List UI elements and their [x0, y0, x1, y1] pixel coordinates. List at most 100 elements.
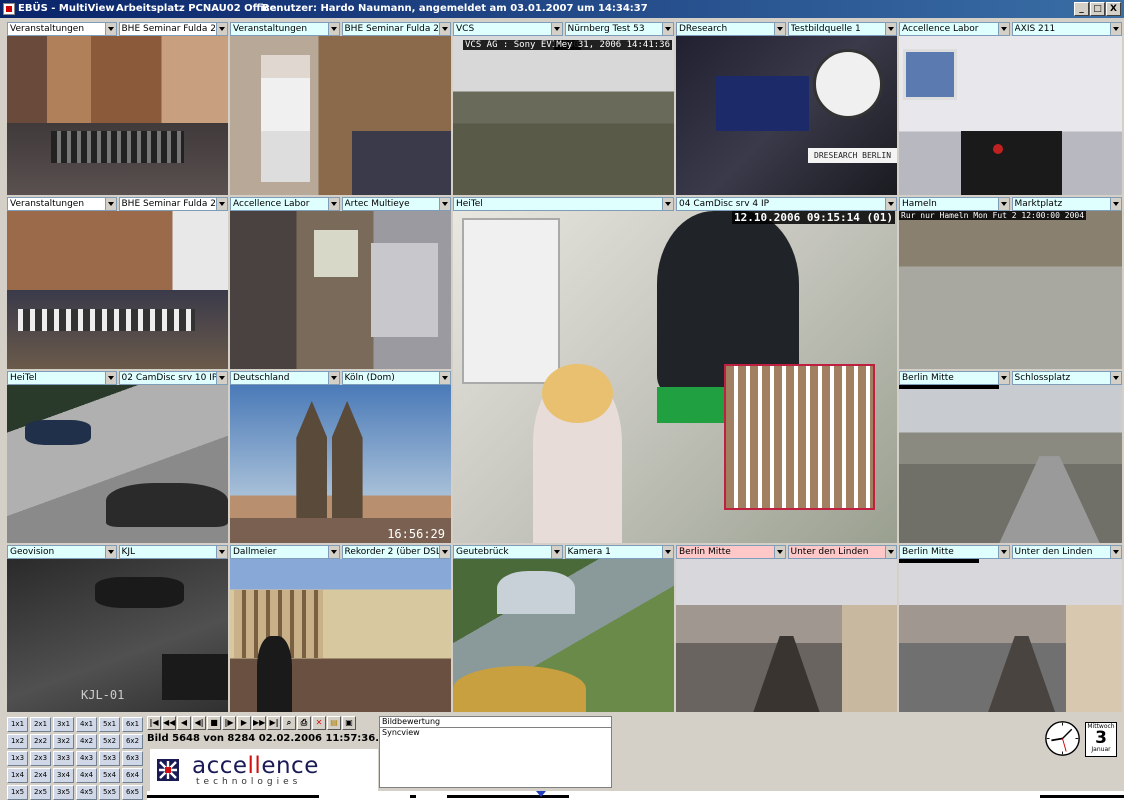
group-select[interactable]: Veranstaltungen: [230, 22, 340, 36]
video-cell[interactable]: VeranstaltungenBHE Seminar Fulda 2.2.200: [7, 22, 228, 195]
layout-button-6x3[interactable]: 6x3: [122, 751, 143, 766]
layout-button-3x3[interactable]: 3x3: [53, 751, 74, 766]
video-cell[interactable]: DResearch Testbildquelle 1 DRESEARCH BERL…: [676, 22, 897, 195]
video-cell-selected[interactable]: VeranstaltungenBHE Seminar Fulda 2.2.200: [230, 22, 451, 195]
group-select[interactable]: HeiTel: [7, 371, 117, 385]
layout-button-2x3[interactable]: 2x3: [30, 751, 51, 766]
group-select[interactable]: Dallmeier: [230, 545, 340, 559]
camera-select[interactable]: Unter den Linden: [1011, 545, 1122, 559]
group-select[interactable]: Accellence Labor: [899, 22, 1010, 36]
layout-button-4x3[interactable]: 4x3: [76, 751, 97, 766]
camera-select[interactable]: Artec Multieye: [341, 197, 451, 211]
first-frame-button[interactable]: |◀: [147, 716, 161, 730]
group-select[interactable]: Hameln: [899, 197, 1010, 211]
video-cell[interactable]: Dallmeier Rekorder 2 (über DSL): [230, 545, 451, 712]
camera-select[interactable]: BHE Seminar Fulda 2.2.200: [341, 22, 451, 36]
fast-rewind-button[interactable]: ◀◀: [162, 716, 176, 730]
layout-button-3x5[interactable]: 3x5: [53, 785, 74, 800]
video-cell[interactable]: Deutschland Köln (Dom) 16:56:29: [230, 371, 451, 543]
layout-button-3x2[interactable]: 3x2: [53, 734, 74, 749]
group-select[interactable]: Veranstaltungen: [7, 197, 117, 211]
rewind-button[interactable]: ◀: [177, 716, 191, 730]
group-select[interactable]: DResearch: [676, 22, 786, 36]
last-frame-button[interactable]: ▶|: [267, 716, 281, 730]
video-cell[interactable]: Berlin Mitte Unter den Linden: [676, 545, 897, 712]
group-select[interactable]: Veranstaltungen: [7, 22, 117, 36]
delete-icon[interactable]: ✕: [312, 716, 326, 730]
layout-button-5x2[interactable]: 5x2: [99, 734, 120, 749]
video-cell[interactable]: VeranstaltungenBHE Seminar Fulda 2.2.200: [7, 197, 228, 369]
camera-select[interactable]: Kamera 1: [564, 545, 674, 559]
print-icon[interactable]: ⎙: [297, 716, 311, 730]
layout-button-2x4[interactable]: 2x4: [30, 768, 51, 783]
camera-select[interactable]: Nürnberg Test 53: [564, 22, 674, 36]
video-cell[interactable]: Geovision KJL KJL-01: [7, 545, 228, 712]
group-select[interactable]: Berlin Mitte: [899, 545, 1010, 559]
video-cell[interactable]: Accellence Labor AXIS 211: [899, 22, 1122, 195]
camera-select[interactable]: AXIS 211: [1011, 22, 1122, 36]
fast-forward-button[interactable]: ▶▶: [252, 716, 266, 730]
layout-button-3x4[interactable]: 3x4: [53, 768, 74, 783]
layout-button-1x5[interactable]: 1x5: [7, 785, 28, 800]
group-select[interactable]: Berlin Mitte: [899, 371, 1010, 385]
video-cell[interactable]: HeiTel 02 CamDisc srv 10 IP: [7, 371, 228, 543]
timeline-bar[interactable]: [147, 791, 1124, 800]
layout-button-4x5[interactable]: 4x5: [76, 785, 97, 800]
layout-button-1x1[interactable]: 1x1: [7, 717, 28, 732]
camera-select[interactable]: Köln (Dom): [341, 371, 451, 385]
video-cell[interactable]: Geutebrück Kamera 1: [453, 545, 674, 712]
layout-button-1x4[interactable]: 1x4: [7, 768, 28, 783]
maximize-button[interactable]: □: [1090, 2, 1105, 16]
camera-select[interactable]: BHE Seminar Fulda 2.2.200: [118, 22, 228, 36]
video-cell[interactable]: Accellence Labor Artec Multieye: [230, 197, 451, 369]
open-folder-icon[interactable]: ▤: [327, 716, 341, 730]
layout-button-1x2[interactable]: 1x2: [7, 734, 28, 749]
camera-select[interactable]: BHE Seminar Fulda 2.2.200: [118, 197, 228, 211]
layout-button-2x5[interactable]: 2x5: [30, 785, 51, 800]
layout-button-6x4[interactable]: 6x4: [122, 768, 143, 783]
camera-select[interactable]: 04 CamDisc srv 4 IP: [676, 197, 897, 211]
layout-button-6x5[interactable]: 6x5: [122, 785, 143, 800]
camera-select[interactable]: Schlossplatz: [1011, 371, 1122, 385]
layout-button-4x1[interactable]: 4x1: [76, 717, 97, 732]
layout-button-5x1[interactable]: 5x1: [99, 717, 120, 732]
camera-select[interactable]: Testbildquelle 1: [787, 22, 897, 36]
video-cell[interactable]: Berlin Mitte Schlossplatz: [899, 371, 1122, 543]
search-icon[interactable]: ⌕: [282, 716, 296, 730]
video-cell[interactable]: Hameln Marktplatz Rur nur Hameln Mon Fut …: [899, 197, 1122, 369]
group-select[interactable]: HeiTel: [453, 197, 674, 211]
video-cell[interactable]: VCS Nürnberg Test 53 VCS AG : Sony EVI D3…: [453, 22, 674, 195]
close-button[interactable]: X: [1106, 2, 1121, 16]
camera-select[interactable]: KJL: [118, 545, 228, 559]
stop-button[interactable]: ■: [207, 716, 221, 730]
layout-button-4x4[interactable]: 4x4: [76, 768, 97, 783]
layout-button-6x1[interactable]: 6x1: [122, 717, 143, 732]
layout-button-3x1[interactable]: 3x1: [53, 717, 74, 732]
layout-button-2x2[interactable]: 2x2: [30, 734, 51, 749]
minimize-button[interactable]: _: [1074, 2, 1089, 16]
camera-select[interactable]: 02 CamDisc srv 10 IP: [118, 371, 228, 385]
group-select[interactable]: Deutschland: [230, 371, 340, 385]
save-icon[interactable]: ▣: [342, 716, 356, 730]
layout-button-4x2[interactable]: 4x2: [76, 734, 97, 749]
camera-select[interactable]: Marktplatz: [1011, 197, 1122, 211]
layout-button-5x5[interactable]: 5x5: [99, 785, 120, 800]
layout-button-1x3[interactable]: 1x3: [7, 751, 28, 766]
step-forward-button[interactable]: |▶: [222, 716, 236, 730]
video-cell[interactable]: Berlin Mitte Unter den Linden: [899, 545, 1122, 712]
video-cell-large[interactable]: HeiTel 04 CamDisc srv 4 IP 12.10.2006 09:…: [453, 197, 897, 543]
camera-select[interactable]: Unter den Linden: [787, 545, 897, 559]
group-select[interactable]: Accellence Labor: [230, 197, 340, 211]
step-back-button[interactable]: ◀|: [192, 716, 206, 730]
panel-item-syncview[interactable]: Syncview: [380, 728, 611, 737]
layout-button-2x1[interactable]: 2x1: [30, 717, 51, 732]
timeline-cursor-icon[interactable]: [536, 791, 546, 797]
group-select[interactable]: VCS: [453, 22, 563, 36]
layout-button-5x3[interactable]: 5x3: [99, 751, 120, 766]
group-select[interactable]: Berlin Mitte: [676, 545, 786, 559]
camera-select[interactable]: Rekorder 2 (über DSL): [341, 545, 451, 559]
play-button[interactable]: ▶: [237, 716, 251, 730]
group-select[interactable]: Geutebrück: [453, 545, 563, 559]
layout-button-5x4[interactable]: 5x4: [99, 768, 120, 783]
layout-button-6x2[interactable]: 6x2: [122, 734, 143, 749]
